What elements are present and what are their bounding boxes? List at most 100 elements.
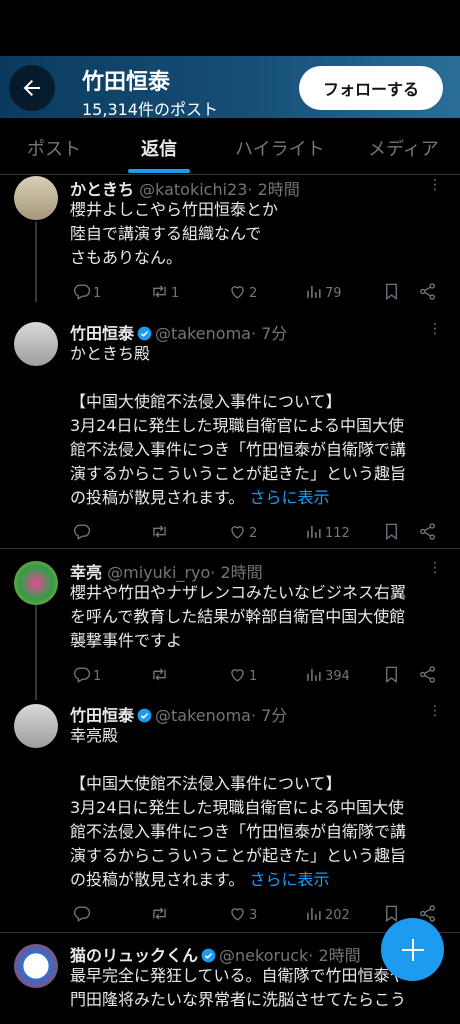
like-button[interactable]: 1 [226,665,257,688]
tab-replies[interactable]: 返信 [141,135,177,161]
avatar[interactable] [14,704,58,748]
view-count: 112 [325,526,350,541]
reply-button[interactable] [70,522,93,545]
reply-icon [72,904,91,927]
share-button[interactable] [416,665,437,688]
heart-icon [228,282,247,305]
avatar[interactable] [14,561,58,605]
tweet-line: 館不法侵入事件につき「竹田恒泰が自衛隊で講 [70,822,407,841]
tweet-line: 【中国大使館不法侵入事件について】 [70,392,342,411]
views-button[interactable]: 394 [302,665,350,688]
views-icon [304,904,323,927]
repost-icon [150,522,169,545]
tweet-text: 幸亮殿 【中国大使館不法侵入事件について】 3月24日に発生した現職自衛官による… [70,724,450,892]
repost-button[interactable] [148,665,171,688]
heart-icon [228,522,247,545]
author-handle[interactable]: @nekoruck [219,946,308,965]
page-title: 竹田恒泰 [82,70,171,95]
author-name[interactable]: 竹田恒泰 [70,706,134,725]
follow-button[interactable]: フォローする [299,66,443,110]
author-handle[interactable]: @katokichi23 [139,180,247,199]
repost-icon [150,904,169,927]
heart-icon [228,665,247,688]
tweet-line: 櫻井や竹田やナザレンコみたいなビジネス右翼 [70,583,407,602]
avatar[interactable] [14,176,58,220]
more-options-icon[interactable]: ⋮ [428,561,442,575]
tweet-time: · 2時間 [210,563,263,582]
tweet-line: 【中国大使館不法侵入事件について】 [70,774,342,793]
share-button[interactable] [416,282,437,305]
author-name[interactable]: かときち [70,180,134,199]
tweet-text: 櫻井や竹田やナザレンコみたいなビジネス右翼 を呼んで教育した結果が幹部自衛官中国… [70,581,450,653]
author-handle[interactable]: @takenoma [155,324,251,343]
back-button[interactable] [9,65,55,111]
tweet-time: · 7分 [250,706,288,725]
tweet-text: 櫻井よしこやら竹田恒泰とか 陸自で講演する組織なんで さもありなん。 [70,198,450,270]
like-button[interactable]: 3 [226,904,257,927]
heart-icon [228,904,247,927]
tab-media[interactable]: メディア [368,135,439,161]
tweet-actions: 3 202 [70,904,442,926]
reply-icon [72,665,91,688]
tweet-text: かときち殿 【中国大使館不法侵入事件について】 3月24日に発生した現職自衛官に… [70,342,450,510]
reply-button[interactable] [70,904,93,927]
tweet-line: 襲撃事件ですよ [70,631,183,650]
repost-button[interactable] [148,522,171,545]
tweet-header: かときち @katokichi23· 2時間 [70,176,300,200]
repost-button[interactable]: 1 [148,282,179,305]
bookmark-button[interactable] [380,282,401,305]
show-more-link[interactable]: さらに表示 [250,488,330,507]
like-button[interactable]: 2 [226,282,257,305]
views-button[interactable]: 112 [302,522,350,545]
more-options-icon[interactable]: ⋮ [428,178,442,192]
tweet-actions: 1 1 394 [70,665,442,687]
views-icon [304,282,323,305]
reply-button[interactable]: 1 [70,282,101,305]
views-button[interactable]: 79 [302,282,342,305]
like-count: 3 [249,908,258,923]
tweet-line: 門田隆将みたいな界常者に洗脳させてたらこう [70,990,407,1009]
author-name[interactable]: 猫のリュックくん [70,946,198,965]
active-tab-indicator [128,169,190,173]
show-more-link[interactable]: さらに表示 [250,870,330,889]
tweet-header: 幸亮 @miyuki_ryo· 2時間 [70,559,263,583]
tweet-line: 3月24日に発生した現職自衛官による中国大使 [70,416,405,435]
more-options-icon[interactable]: ⋮ [428,704,442,718]
author-handle[interactable]: @takenoma [155,706,251,725]
tweet-line: 演するからこういうことが起きた」という趣旨 [70,846,407,865]
bookmark-button[interactable] [380,522,401,545]
reply-button[interactable]: 1 [70,665,101,688]
views-icon [304,522,323,545]
tweet-header: 猫のリュックくん @nekoruck· 2時間 [70,942,361,966]
tweet-line: の投稿が散見されます。 [70,488,245,507]
author-handle[interactable]: @miyuki_ryo [107,563,210,582]
author-name[interactable]: 幸亮 [70,563,102,582]
repost-button[interactable] [148,904,171,927]
avatar[interactable] [14,322,58,366]
bookmark-icon [382,522,401,545]
share-button[interactable] [416,522,437,545]
avatar[interactable] [14,944,58,988]
repost-icon [150,665,169,688]
tweet-line: を呼んで教育した結果が幹部自衛官中国大使館 [70,607,406,626]
verified-icon [134,706,155,725]
views-icon [304,665,323,688]
tweet-line: 館不法侵入事件につき「竹田恒泰が自衛隊で講 [70,440,407,459]
author-name[interactable]: 竹田恒泰 [70,324,134,343]
tweet-actions: 1 1 2 79 [70,282,442,304]
status-bar [0,0,460,56]
views-button[interactable]: 202 [302,904,350,927]
tab-highlights[interactable]: ハイライト [235,135,325,161]
tweet-line: 幸亮殿 [70,726,119,745]
like-button[interactable]: 2 [226,522,257,545]
like-count: 2 [249,526,258,541]
tweet-line: 櫻井よしこやら竹田恒泰とか [70,200,279,219]
bookmark-button[interactable] [380,665,401,688]
share-icon [418,282,437,305]
post-count: 15,314件のポスト [82,100,218,119]
compose-button[interactable] [381,918,444,981]
more-options-icon[interactable]: ⋮ [428,322,442,336]
tab-posts[interactable]: ポスト [27,135,81,161]
profile-tabs: ポスト 返信 ハイライト メディア [0,118,460,175]
tweet-time: · 2時間 [247,180,300,199]
